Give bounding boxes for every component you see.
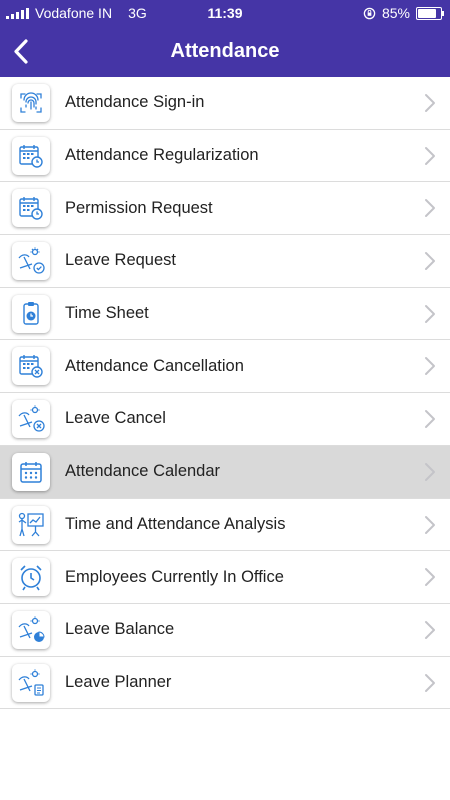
chevron-right-icon	[424, 93, 436, 118]
menu-item-leave-cancel[interactable]: Leave Cancel	[0, 393, 450, 446]
chevron-right-icon	[424, 146, 436, 171]
menu-item-label: Attendance Cancellation	[65, 356, 244, 375]
menu-item-label: Employees Currently In Office	[65, 567, 284, 586]
menu-item-employees-currently-in-office[interactable]: Employees Currently In Office	[0, 551, 450, 604]
menu-item-label: Time Sheet	[65, 304, 149, 323]
status-right: 85%	[363, 5, 444, 21]
menu-item-label: Leave Cancel	[65, 409, 166, 428]
chevron-right-icon	[424, 409, 436, 434]
menu-item-label: Permission Request	[65, 198, 213, 217]
alarm-clock-icon	[12, 558, 50, 597]
calendar-icon	[12, 452, 50, 491]
menu-item-time-and-attendance-analysis[interactable]: Time and Attendance Analysis	[0, 498, 450, 552]
chevron-right-icon	[425, 252, 435, 271]
menu-item-label: Attendance Sign-in	[65, 93, 205, 112]
chevron-right-icon	[424, 198, 436, 223]
beach-cancel-icon	[12, 400, 50, 439]
menu-item-label: Attendance Regularization	[65, 146, 259, 165]
chevron-right-icon	[425, 515, 435, 534]
header-bar: Attendance	[0, 26, 450, 77]
menu-item-attendance-regularization[interactable]: Attendance Regularization	[0, 129, 450, 183]
battery-percent: 85%	[381, 5, 410, 21]
beach-planner-icon	[12, 663, 50, 702]
chevron-right-icon	[425, 568, 435, 587]
beach-balance-icon	[12, 610, 50, 649]
menu-item-label: Leave Request	[65, 251, 176, 270]
menu-item-attendance-cancellation[interactable]: Attendance Cancellation	[0, 340, 450, 394]
menu-item-leave-balance[interactable]: Leave Balance	[0, 603, 450, 657]
page-title: Attendance	[170, 40, 280, 62]
calendar-clock-icon	[12, 189, 50, 228]
chevron-right-icon	[424, 356, 436, 381]
fingerprint-icon	[12, 84, 50, 122]
chevron-right-icon	[424, 620, 436, 645]
menu-item-label: Time and Attendance Analysis	[65, 514, 286, 533]
menu-item-label: Leave Balance	[65, 620, 175, 639]
chevron-right-icon	[425, 410, 435, 429]
chevron-right-icon	[424, 251, 436, 276]
menu-item-permission-request[interactable]: Permission Request	[0, 182, 450, 236]
chevron-right-icon	[424, 515, 436, 540]
calendar-cancel-icon	[12, 347, 50, 386]
status-bar: Vodafone IN 3G 11:39 85%	[0, 0, 450, 26]
chevron-right-icon	[425, 94, 435, 112]
chevron-right-icon	[425, 462, 435, 481]
chevron-right-icon	[425, 199, 435, 218]
rotation-lock-icon	[363, 7, 376, 19]
chevron-right-icon	[424, 304, 436, 329]
menu-item-label: Attendance Calendar	[65, 462, 221, 481]
timesheet-icon	[12, 294, 50, 333]
menu-item-leave-planner[interactable]: Leave Planner	[0, 656, 450, 710]
chevron-left-icon	[14, 39, 28, 64]
chevron-right-icon	[425, 146, 435, 165]
attendance-menu-list: Attendance Sign-in Attendance Regularizat…	[0, 77, 450, 710]
presentation-icon	[12, 505, 50, 544]
back-button[interactable]	[4, 26, 44, 77]
chevron-right-icon	[425, 620, 435, 639]
chevron-right-icon	[424, 567, 436, 592]
chevron-right-icon	[425, 357, 435, 376]
chevron-right-icon	[424, 673, 436, 698]
menu-item-leave-request[interactable]: Leave Request	[0, 235, 450, 288]
menu-item-attendance-calendar[interactable]: Attendance Calendar	[0, 445, 450, 499]
battery-icon	[416, 6, 444, 20]
chevron-right-icon	[425, 673, 435, 692]
menu-item-time-sheet[interactable]: Time Sheet	[0, 287, 450, 341]
calendar-clock-icon	[12, 136, 50, 175]
menu-item-attendance-sign-in[interactable]: Attendance Sign-in	[0, 77, 450, 130]
chevron-right-icon	[424, 462, 436, 487]
beach-check-icon	[12, 242, 50, 281]
menu-item-label: Leave Planner	[65, 672, 172, 691]
chevron-right-icon	[425, 304, 435, 323]
